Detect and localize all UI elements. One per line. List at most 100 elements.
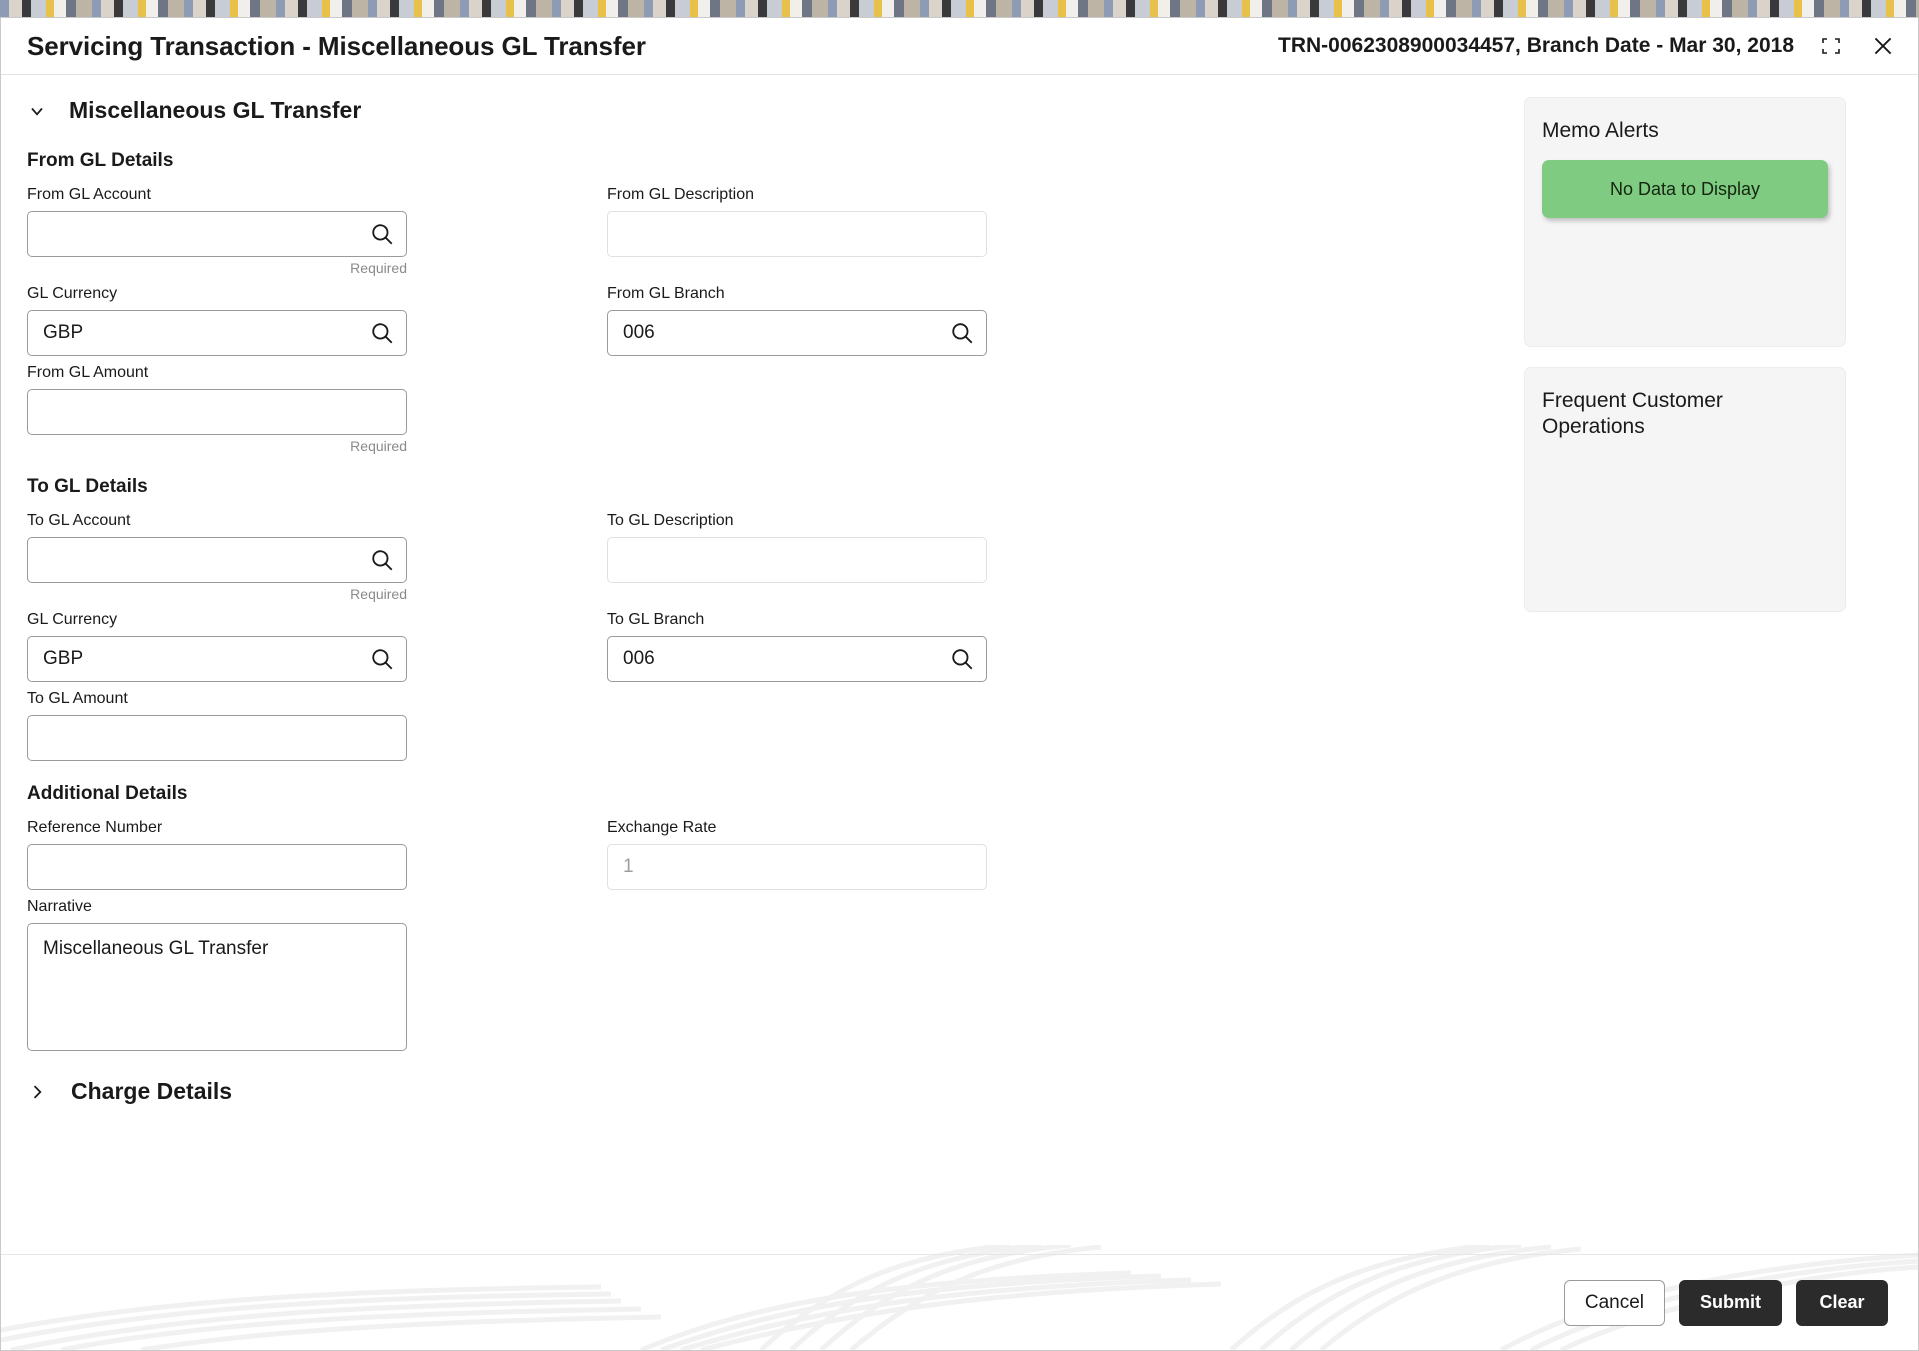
to-gl-account-field: To GL Account Required <box>27 512 607 602</box>
to-gl-currency-col: GL Currency <box>27 611 607 690</box>
to-gl-details-heading: To GL Details <box>27 476 148 497</box>
from-gl-account-field: From GL Account Required <box>27 186 607 276</box>
reference-number-field: Reference Number <box>27 819 607 890</box>
frequent-customer-operations-title: Frequent Customer Operations <box>1542 389 1723 439</box>
submit-button[interactable]: Submit <box>1679 1279 1782 1326</box>
from-gl-branch-input-wrap <box>607 310 987 356</box>
from-gl-row-3: From GL Amount Required <box>27 364 1471 462</box>
exchange-rate-input[interactable] <box>607 844 987 890</box>
to-gl-row-2: GL Currency To GL Branch <box>27 611 1471 690</box>
to-gl-amount-col: To GL Amount <box>27 690 607 769</box>
narrative-textarea[interactable]: Miscellaneous GL Transfer <box>27 923 407 1051</box>
from-gl-details-section: From GL Details From GL Account Required… <box>27 150 1471 462</box>
to-gl-row-1: To GL Account Required To GL Description <box>27 512 1471 611</box>
close-icon[interactable] <box>1868 31 1898 61</box>
from-gl-description-col: From GL Description <box>607 186 1187 285</box>
collapse-corners-icon[interactable] <box>1816 31 1846 61</box>
search-icon[interactable] <box>369 320 395 346</box>
title-bar-actions: TRN-0062308900034457, Branch Date - Mar … <box>1278 31 1898 61</box>
reference-number-input-wrap <box>27 844 407 890</box>
to-gl-currency-input[interactable] <box>27 636 407 682</box>
chevron-down-icon <box>31 107 43 116</box>
transaction-reference: TRN-0062308900034457, Branch Date - Mar … <box>1278 34 1794 57</box>
to-gl-amount-label: To GL Amount <box>27 690 128 707</box>
transaction-form: Miscellaneous GL Transfer From GL Detail… <box>1 75 1471 1350</box>
to-gl-account-input[interactable] <box>27 537 407 583</box>
from-gl-description-field: From GL Description <box>607 186 1187 277</box>
from-gl-amount-required-hint: Required <box>350 438 407 454</box>
side-rail: Memo Alerts No Data to Display Frequent … <box>1524 97 1846 632</box>
memo-alerts-title: Memo Alerts <box>1542 119 1659 142</box>
to-gl-branch-label: To GL Branch <box>607 611 705 628</box>
from-gl-branch-field: From GL Branch <box>607 285 1187 356</box>
to-gl-description-input[interactable] <box>607 537 987 583</box>
to-gl-account-label: To GL Account <box>27 512 131 529</box>
clear-button[interactable]: Clear <box>1796 1279 1888 1326</box>
to-gl-description-label: To GL Description <box>607 512 734 529</box>
from-gl-account-col: From GL Account Required <box>27 186 607 285</box>
search-icon[interactable] <box>369 221 395 247</box>
exchange-rate-field: Exchange Rate <box>607 819 1187 890</box>
reference-number-input[interactable] <box>27 844 407 890</box>
to-gl-branch-input[interactable] <box>607 636 987 682</box>
to-gl-currency-input-wrap <box>27 636 407 682</box>
window-title-bar: Servicing Transaction - Miscellaneous GL… <box>1 18 1918 75</box>
accordion-header-misc-gl-transfer[interactable]: Miscellaneous GL Transfer <box>27 97 1471 124</box>
reference-number-label: Reference Number <box>27 819 163 836</box>
from-gl-amount-field: From GL Amount Required <box>27 364 607 454</box>
from-gl-account-input[interactable] <box>27 211 407 257</box>
from-gl-currency-input-wrap <box>27 310 407 356</box>
reference-number-col: Reference Number <box>27 819 607 898</box>
from-gl-description-label: From GL Description <box>607 186 754 203</box>
additional-row-2: Narrative Miscellaneous GL Transfer <box>27 898 1471 1064</box>
from-gl-branch-input[interactable] <box>607 310 987 356</box>
exchange-rate-label: Exchange Rate <box>607 819 717 836</box>
from-gl-account-label: From GL Account <box>27 186 151 203</box>
from-gl-description-input-wrap <box>607 211 987 257</box>
to-gl-description-col: To GL Description <box>607 512 1187 611</box>
from-gl-currency-input[interactable] <box>27 310 407 356</box>
to-gl-currency-field: GL Currency <box>27 611 607 682</box>
cancel-button[interactable]: Cancel <box>1563 1279 1665 1326</box>
chevron-right-icon <box>33 1085 42 1098</box>
to-gl-account-required-hint: Required <box>350 586 407 602</box>
from-gl-details-heading: From GL Details <box>27 150 174 171</box>
from-gl-description-hint-spacer <box>607 257 1187 277</box>
additional-details-heading: Additional Details <box>27 783 188 804</box>
from-gl-row-1: From GL Account Required From GL Descrip… <box>27 186 1471 285</box>
from-gl-account-required-hint: Required <box>350 260 407 276</box>
additional-row-1: Reference Number Exchange Rate <box>27 819 1471 898</box>
to-gl-description-field: To GL Description <box>607 512 1187 603</box>
to-gl-amount-input[interactable] <box>27 715 407 761</box>
additional-details-section: Additional Details Reference Number Exch… <box>27 783 1471 1064</box>
search-icon[interactable] <box>369 547 395 573</box>
to-gl-description-input-wrap <box>607 537 987 583</box>
from-gl-currency-label: GL Currency <box>27 285 118 302</box>
from-gl-account-input-wrap <box>27 211 407 257</box>
narrative-input-wrap: Miscellaneous GL Transfer <box>27 923 407 1056</box>
to-gl-branch-input-wrap <box>607 636 987 682</box>
to-gl-amount-input-wrap <box>27 715 407 761</box>
exchange-rate-input-wrap <box>607 844 987 890</box>
exchange-rate-col: Exchange Rate <box>607 819 1187 898</box>
search-icon[interactable] <box>369 646 395 672</box>
from-gl-branch-col: From GL Branch <box>607 285 1187 364</box>
to-gl-row-3: To GL Amount <box>27 690 1471 769</box>
from-gl-currency-field: GL Currency <box>27 285 607 356</box>
accordion-header-charge-details[interactable]: Charge Details <box>27 1078 1471 1105</box>
search-icon[interactable] <box>949 646 975 672</box>
from-gl-amount-label: From GL Amount <box>27 364 149 381</box>
to-gl-details-section: To GL Details To GL Account Required To … <box>27 476 1471 769</box>
frequent-customer-operations-panel: Frequent Customer Operations <box>1524 367 1846 612</box>
memo-alerts-empty-state: No Data to Display <box>1542 160 1828 219</box>
from-gl-currency-col: GL Currency <box>27 285 607 364</box>
narrative-label: Narrative <box>27 898 92 915</box>
from-gl-amount-input[interactable] <box>27 389 407 435</box>
from-gl-description-input[interactable] <box>607 211 987 257</box>
to-gl-branch-field: To GL Branch <box>607 611 1187 682</box>
to-gl-currency-label: GL Currency <box>27 611 118 628</box>
page-title: Servicing Transaction - Miscellaneous GL… <box>27 30 646 61</box>
charge-details-title: Charge Details <box>71 1078 233 1104</box>
search-icon[interactable] <box>949 320 975 346</box>
from-gl-amount-input-wrap <box>27 389 407 435</box>
